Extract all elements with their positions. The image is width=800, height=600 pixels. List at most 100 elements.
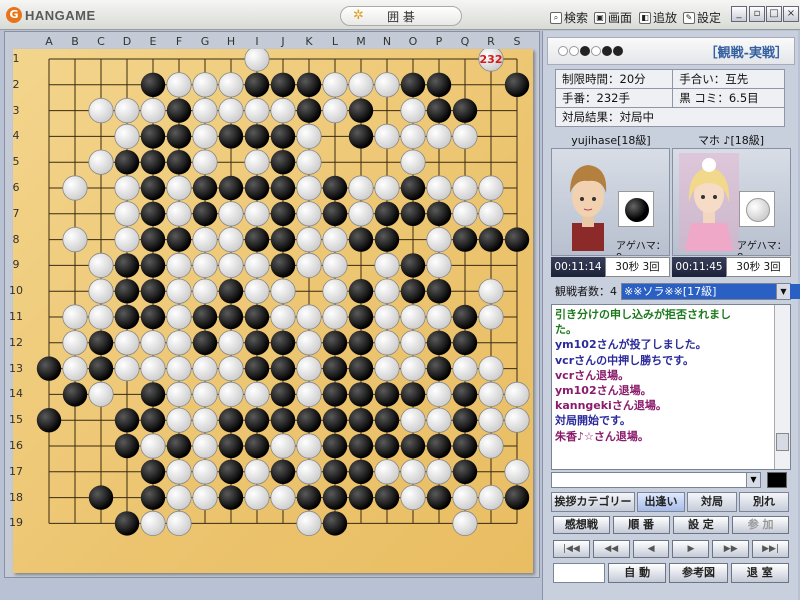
black-stone[interactable] [452,433,478,459]
black-stone[interactable] [426,330,452,355]
white-stone[interactable] [192,149,218,175]
white-stone[interactable] [88,252,114,278]
black-stone[interactable] [166,124,192,149]
white-stone[interactable] [166,484,192,511]
previous-move-button[interactable]: ◀ [632,540,670,558]
black-stone[interactable] [244,304,270,330]
white-stone[interactable] [192,252,218,278]
white-stone[interactable] [114,355,140,382]
black-stone[interactable] [452,98,478,123]
board-canvas[interactable]: 232 [13,49,533,573]
white-stone[interactable] [374,355,400,382]
white-stone[interactable] [244,97,270,124]
black-stone[interactable] [322,382,348,407]
white-stone[interactable] [478,407,504,433]
white-stone[interactable] [62,355,88,382]
black-stone[interactable] [296,98,322,123]
white-stone[interactable] [400,123,426,150]
black-stone[interactable] [166,433,192,459]
black-stone[interactable] [348,382,374,407]
white-stone[interactable] [478,381,504,407]
white-stone[interactable] [374,72,400,98]
chat-input[interactable]: ▼ [551,472,761,488]
black-stone[interactable] [426,201,452,226]
white-stone[interactable] [426,381,452,407]
white-stone[interactable] [166,330,192,356]
order-button[interactable]: 順 番 [612,516,670,534]
black-stone[interactable] [140,279,166,304]
menu-kick[interactable]: ◧ 追放 [639,9,677,26]
black-stone[interactable] [426,98,452,123]
chevron-down-icon[interactable]: ▼ [746,473,760,487]
white-stone[interactable] [400,97,426,124]
white-stone[interactable] [244,278,270,304]
black-stone[interactable] [296,72,322,97]
black-stone[interactable] [374,408,400,433]
white-stone[interactable] [88,304,114,330]
black-stone[interactable] [244,124,270,149]
black-stone[interactable] [426,279,452,304]
black-stone[interactable] [218,124,244,149]
black-stone[interactable] [244,330,270,355]
black-stone[interactable] [114,150,140,175]
black-stone[interactable] [348,124,374,149]
white-stone[interactable] [140,355,166,382]
black-stone[interactable] [114,253,140,278]
white-stone[interactable] [166,72,192,98]
black-stone[interactable] [374,201,400,226]
white-stone[interactable] [478,278,504,304]
black-stone[interactable] [374,485,400,510]
white-stone[interactable] [452,484,478,511]
white-stone[interactable] [244,459,270,485]
black-stone[interactable] [348,356,374,381]
black-stone[interactable] [322,459,348,484]
white-stone[interactable] [374,123,400,150]
white-stone[interactable] [166,407,192,433]
black-stone[interactable] [114,511,140,536]
black-stone[interactable] [504,227,530,252]
white-stone[interactable] [140,433,166,459]
white-stone[interactable] [400,304,426,330]
white-stone[interactable] [192,459,218,485]
white-stone[interactable] [88,149,114,175]
black-stone[interactable] [218,408,244,433]
white-stone[interactable] [400,355,426,382]
black-stone[interactable] [192,175,218,201]
white-stone[interactable] [192,227,218,253]
back-ten-button[interactable]: ◀◀ [592,540,630,558]
black-stone[interactable] [452,227,478,252]
white-stone[interactable] [426,459,452,485]
black-stone[interactable] [192,330,218,355]
auto-button[interactable]: 自 動 [608,563,667,583]
white-stone[interactable] [218,330,244,356]
last-move-button[interactable]: ▶▶| [752,540,789,558]
greeting-tab-game[interactable]: 対局 [687,492,737,512]
black-stone[interactable] [270,356,296,381]
greeting-tab-farewell[interactable]: 別れ [739,492,789,512]
black-stone[interactable] [62,382,88,407]
black-stone[interactable] [270,459,296,484]
white-stone[interactable] [296,201,322,227]
white-player-card[interactable]: アゲハマ：8 [672,148,791,256]
white-stone[interactable] [478,175,504,201]
white-stone[interactable] [88,97,114,124]
black-stone[interactable] [166,98,192,123]
white-stone[interactable] [452,123,478,150]
white-stone[interactable] [296,149,322,175]
menu-settings[interactable]: ✎ 設定 [683,9,721,26]
white-stone[interactable] [244,149,270,175]
white-stone[interactable] [218,97,244,124]
white-stone[interactable] [348,201,374,227]
next-move-button[interactable]: ▶ [672,540,710,558]
black-stone[interactable] [140,485,166,510]
white-stone[interactable] [192,433,218,459]
maximize-button[interactable]: □ [766,6,782,22]
white-stone[interactable] [322,72,348,98]
white-stone[interactable] [296,123,322,150]
black-stone[interactable] [140,72,166,97]
join-button[interactable]: 参 加 [732,516,789,534]
reference-diagram-button[interactable]: 参考図 [669,563,728,583]
black-stone[interactable] [322,408,348,433]
white-stone[interactable] [478,355,504,382]
black-stone[interactable] [400,175,426,201]
